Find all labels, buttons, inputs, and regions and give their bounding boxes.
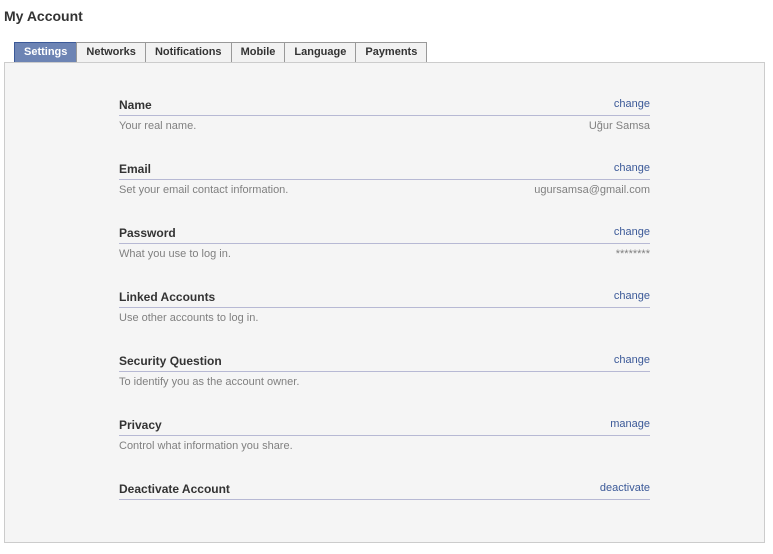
section-title: Privacy (119, 418, 162, 432)
tab-bar: Settings Networks Notifications Mobile L… (14, 42, 428, 63)
tab-settings[interactable]: Settings (14, 42, 78, 63)
security-question-change-link[interactable]: change (614, 354, 650, 366)
section-description: Use other accounts to log in. (119, 312, 259, 324)
section-title: Security Question (119, 354, 222, 368)
tab-language[interactable]: Language (284, 42, 357, 62)
section-header: Password change (119, 224, 650, 244)
tab-payments[interactable]: Payments (355, 42, 428, 62)
name-change-link[interactable]: change (614, 98, 650, 110)
password-section: Password change What you use to log in. … (119, 224, 650, 260)
section-title: Password (119, 226, 176, 240)
section-description: Your real name. (119, 120, 197, 132)
section-description: To identify you as the account owner. (119, 376, 300, 388)
section-title: Deactivate Account (119, 482, 230, 496)
tab-networks[interactable]: Networks (76, 42, 146, 62)
section-header: Name change (119, 96, 650, 116)
section-description: Set your email contact information. (119, 184, 289, 196)
section-title: Name (119, 98, 152, 112)
section-header: Security Question change (119, 352, 650, 372)
security-question-section: Security Question change To identify you… (119, 352, 650, 388)
privacy-manage-link[interactable]: manage (610, 418, 650, 430)
section-header: Deactivate Account deactivate (119, 480, 650, 500)
section-description: Control what information you share. (119, 440, 293, 452)
deactivate-section: Deactivate Account deactivate (119, 480, 650, 500)
section-description: What you use to log in. (119, 248, 231, 260)
section-header: Email change (119, 160, 650, 180)
name-value: Uğur Samsa (588, 120, 650, 132)
section-header: Linked Accounts change (119, 288, 650, 308)
name-section: Name change Your real name. Uğur Samsa (119, 96, 650, 132)
linked-accounts-section: Linked Accounts change Use other account… (119, 288, 650, 324)
page-title: My Account (4, 8, 83, 24)
section-title: Email (119, 162, 152, 176)
settings-panel: Name change Your real name. Uğur Samsa E… (4, 62, 765, 543)
section-title: Linked Accounts (119, 290, 216, 304)
password-change-link[interactable]: change (614, 226, 650, 238)
email-section: Email change Set your email contact info… (119, 160, 650, 196)
linked-accounts-change-link[interactable]: change (614, 290, 650, 302)
email-change-link[interactable]: change (614, 162, 650, 174)
tab-mobile[interactable]: Mobile (230, 42, 286, 62)
deactivate-link[interactable]: deactivate (600, 482, 650, 494)
email-value: ugursamsa@gmail.com (534, 184, 650, 196)
section-header: Privacy manage (119, 416, 650, 436)
privacy-section: Privacy manage Control what information … (119, 416, 650, 452)
password-value: ******** (615, 248, 650, 260)
tab-notifications[interactable]: Notifications (144, 42, 232, 62)
